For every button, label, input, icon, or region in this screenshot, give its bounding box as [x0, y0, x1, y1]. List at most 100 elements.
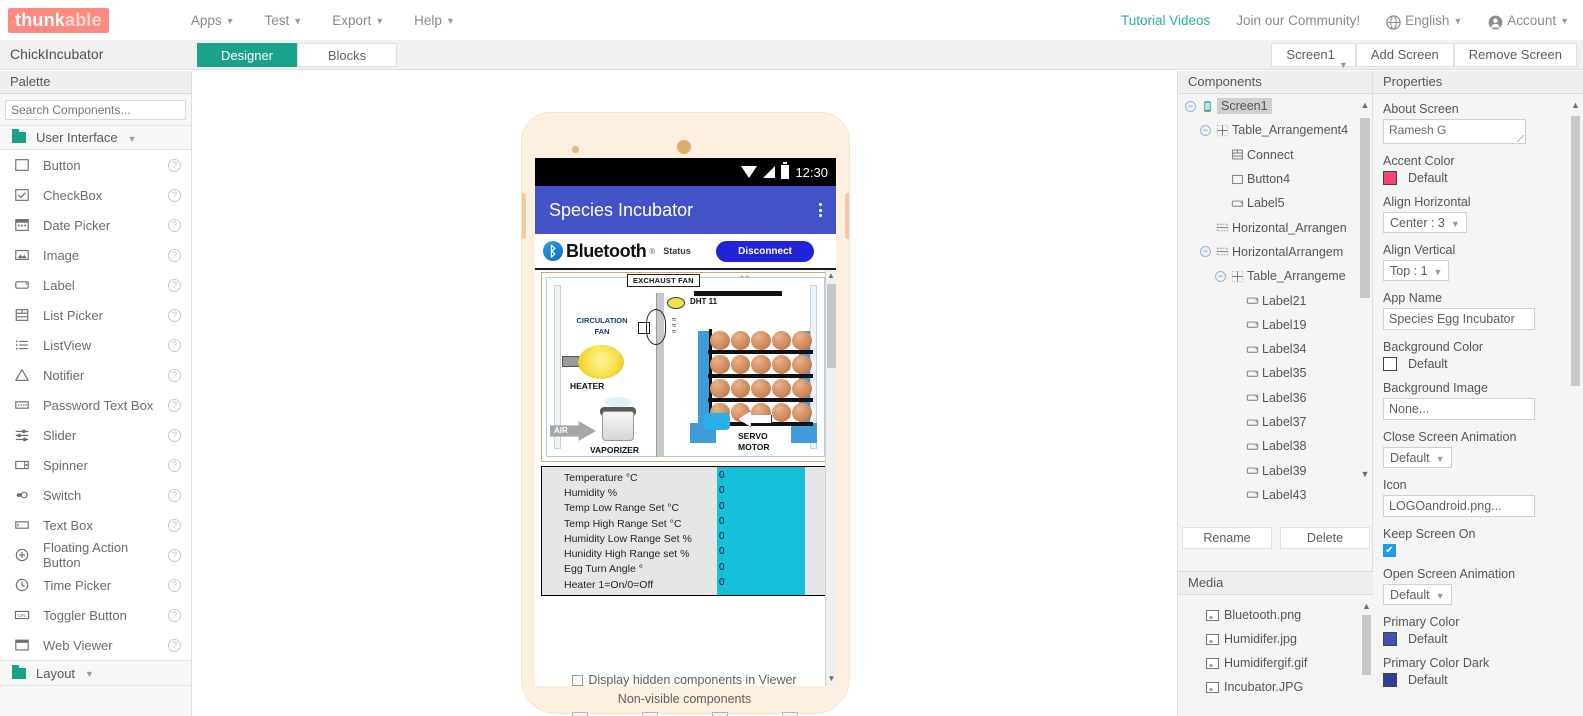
collapse-toggle-icon[interactable]: − — [1200, 124, 1211, 136]
tree-node-label5[interactable]: Label5 — [1178, 191, 1372, 215]
accent-color-row[interactable]: Default — [1383, 171, 1573, 185]
disconnect-button[interactable]: Disconnect — [716, 240, 814, 262]
account-menu[interactable]: Account ▼ — [1488, 13, 1569, 29]
tutorial-videos-link[interactable]: Tutorial Videos — [1121, 13, 1210, 28]
tree-node-horizontal_arrangen[interactable]: Horizontal_Arrangen — [1178, 215, 1372, 239]
palette-item-switch[interactable]: Switch? — [0, 480, 191, 510]
palette-item-text-box[interactable]: Text Box? — [0, 510, 191, 540]
help-icon[interactable]: ? — [168, 608, 181, 622]
accent-color-swatch[interactable] — [1383, 171, 1397, 185]
media-file-bluetooth-png[interactable]: Bluetooth.png — [1178, 603, 1374, 627]
palette-item-date-picker[interactable]: Date Picker? — [0, 210, 191, 240]
thunkable-logo[interactable]: thunkable — [8, 7, 109, 33]
tree-node-horizontalarrangem[interactable]: − HorizontalArrangem — [1178, 240, 1372, 264]
component-tree-scrollbar[interactable]: ▲ ▼ — [1360, 100, 1370, 479]
help-icon[interactable]: ? — [168, 248, 181, 262]
delete-button[interactable]: Delete — [1280, 527, 1370, 549]
scrollbar-thumb[interactable] — [1360, 118, 1370, 298]
tab-designer[interactable]: Designer — [197, 43, 297, 67]
display-hidden-components-checkbox[interactable] — [572, 674, 584, 686]
rename-button[interactable]: Rename — [1182, 527, 1272, 549]
primary-color-swatch[interactable] — [1383, 632, 1397, 646]
category-layout[interactable]: Layout ▼ — [0, 661, 191, 686]
collapse-toggle-icon[interactable]: − — [1215, 270, 1226, 282]
tree-node-table_arrangement4[interactable]: − Table_Arrangement4 — [1178, 118, 1372, 142]
primary-color-row[interactable]: Default — [1383, 632, 1573, 646]
help-icon[interactable]: ? — [168, 278, 181, 292]
palette-item-list-picker[interactable]: List Picker? — [0, 300, 191, 330]
media-file-humidifer-jpg[interactable]: Humidifer.jpg — [1178, 627, 1374, 651]
non-visible-component-icon[interactable] — [711, 712, 728, 716]
help-icon[interactable]: ? — [168, 218, 181, 232]
palette-item-time-picker[interactable]: Time Picker? — [0, 570, 191, 600]
palette-item-button[interactable]: Button? — [0, 150, 191, 180]
non-visible-component-icon[interactable] — [571, 712, 588, 716]
help-icon[interactable]: ? — [168, 638, 181, 652]
tree-node-table_arrangeme[interactable]: − Table_Arrangeme — [1178, 264, 1372, 288]
kebab-menu-icon[interactable] — [819, 203, 822, 217]
search-input[interactable] — [5, 100, 186, 120]
palette-item-slider[interactable]: Slider? — [0, 420, 191, 450]
category-user-interface[interactable]: User Interface ▼ — [0, 125, 191, 150]
remove-screen-button[interactable]: Remove Screen — [1453, 43, 1577, 67]
help-icon[interactable]: ? — [168, 398, 181, 412]
scrollbar-thumb[interactable] — [1571, 116, 1580, 386]
help-icon[interactable]: ? — [168, 458, 181, 472]
about-screen-textarea[interactable]: Ramesh G — [1383, 119, 1526, 144]
menu-apps[interactable]: Apps ▼ — [191, 13, 235, 28]
non-visible-component-icon[interactable] — [641, 712, 658, 716]
join-community-link[interactable]: Join our Community! — [1236, 13, 1360, 28]
palette-item-image[interactable]: Image? — [0, 240, 191, 270]
open-screen-animation-select[interactable]: Default ▼ — [1383, 584, 1452, 605]
collapse-toggle-icon[interactable]: − — [1200, 246, 1211, 258]
tree-node-label43[interactable]: Label43 — [1178, 483, 1372, 507]
add-screen-button[interactable]: Add Screen — [1355, 43, 1454, 67]
media-scrollbar[interactable]: ▲ — [1362, 601, 1371, 695]
align-horizontal-select[interactable]: Center : 3 ▼ — [1383, 212, 1467, 233]
tree-node-label34[interactable]: Label34 — [1178, 337, 1372, 361]
close-screen-animation-select[interactable]: Default ▼ — [1383, 447, 1452, 468]
tree-node-label38[interactable]: Label38 — [1178, 434, 1372, 458]
scrollbar-thumb[interactable] — [1362, 615, 1371, 675]
language-selector[interactable]: English ▼ — [1386, 13, 1462, 30]
tree-node-label35[interactable]: Label35 — [1178, 361, 1372, 385]
palette-item-listview[interactable]: ListView? — [0, 330, 191, 360]
help-icon[interactable]: ? — [168, 368, 181, 382]
menu-test[interactable]: Test ▼ — [265, 13, 303, 28]
keep-screen-on-checkbox[interactable]: ✔ — [1383, 544, 1396, 557]
properties-scrollbar[interactable]: ▲ — [1571, 100, 1580, 710]
tree-node-screen1[interactable]: − Screen1 — [1178, 94, 1372, 118]
palette-item-spinner[interactable]: Spinner? — [0, 450, 191, 480]
help-icon[interactable]: ? — [168, 158, 181, 172]
menu-export[interactable]: Export ▼ — [332, 13, 384, 28]
help-icon[interactable]: ? — [168, 428, 181, 442]
help-icon[interactable]: ? — [168, 548, 181, 562]
display-hidden-components-row[interactable]: Display hidden components in Viewer — [192, 673, 1177, 687]
scroll-up-arrow-icon[interactable]: ▲ — [1571, 100, 1580, 110]
non-visible-component-icon[interactable] — [781, 712, 798, 716]
background-color-row[interactable]: Default — [1383, 357, 1573, 371]
palette-item-toggler-button[interactable]: ON Toggler Button? — [0, 600, 191, 630]
help-icon[interactable]: ? — [168, 518, 181, 532]
tree-node-label37[interactable]: Label37 — [1178, 410, 1372, 434]
tree-node-label39[interactable]: Label39 — [1178, 458, 1372, 482]
palette-item-notifier[interactable]: Notifier? — [0, 360, 191, 390]
tree-node-label21[interactable]: Label21 — [1178, 288, 1372, 312]
help-icon[interactable]: ? — [168, 188, 181, 202]
tree-node-label19[interactable]: Label19 — [1178, 313, 1372, 337]
palette-item-label[interactable]: Label? — [0, 270, 191, 300]
scroll-up-arrow-icon[interactable]: ▲ — [1360, 100, 1370, 110]
app-name-input[interactable] — [1383, 308, 1535, 330]
help-icon[interactable]: ? — [168, 338, 181, 352]
tab-blocks[interactable]: Blocks — [297, 43, 397, 67]
tree-node-button4[interactable]: Button4 — [1178, 167, 1372, 191]
screen-selector[interactable]: Screen1 ▼ — [1271, 43, 1356, 70]
help-icon[interactable]: ? — [168, 488, 181, 502]
help-icon[interactable]: ? — [168, 578, 181, 592]
scrollbar-thumb[interactable] — [827, 284, 836, 368]
palette-item-web-viewer[interactable]: Web Viewer? — [0, 630, 191, 660]
primary-color-dark-row[interactable]: Default — [1383, 673, 1573, 687]
help-icon[interactable]: ? — [168, 308, 181, 322]
palette-item-checkbox[interactable]: CheckBox? — [0, 180, 191, 210]
background-image-input[interactable] — [1383, 398, 1535, 420]
